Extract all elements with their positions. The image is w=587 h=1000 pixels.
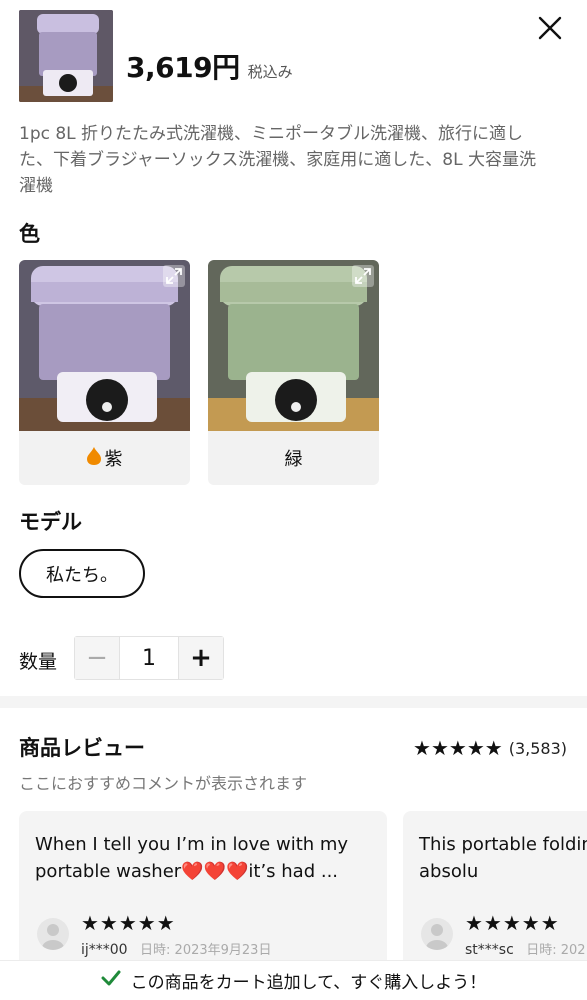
avatar [37, 918, 69, 950]
model-label: モデル [19, 510, 82, 534]
review-card[interactable]: When I tell you I’m in love with my port… [19, 811, 387, 981]
review-text: This portable folding machine is absolu [419, 834, 587, 882]
quantity-value[interactable]: 1 [119, 637, 179, 679]
review-stars: ★★★★★ [465, 911, 560, 935]
section-divider [0, 696, 587, 708]
hot-flame-icon [86, 446, 101, 470]
tax-label: 税込み [247, 63, 293, 81]
review-text: When I tell you I’m in love with my port… [35, 834, 349, 882]
increase-button[interactable]: + [179, 637, 223, 679]
cart-banner-text: この商品をカート追加して、すぐ購入しよう！ [130, 973, 487, 993]
expand-icon[interactable] [163, 265, 185, 287]
color-option-green[interactable]: 緑 [208, 260, 379, 485]
decrease-button[interactable]: − [75, 637, 119, 679]
quantity-label: 数量 [19, 651, 58, 673]
color-name-green: 緑 [284, 449, 303, 470]
reviews-subtitle: ここにおすすめコメントが表示されます [19, 774, 308, 793]
product-sheet: 3,619円 税込み 1pc 8L 折りたたみ式洗濯機、ミニポータブル洗濯機、旅… [0, 0, 587, 1000]
product-description: 1pc 8L 折りたたみ式洗濯機、ミニポータブル洗濯機、旅行に適した、下着ブラジ… [19, 124, 536, 196]
cart-banner[interactable]: この商品をカート追加して、すぐ購入しよう！ [0, 960, 587, 1000]
expand-icon[interactable] [352, 265, 374, 287]
review-date: 日時: 2023年9月23日 [140, 943, 272, 958]
review-count: (3,583) [508, 738, 567, 758]
model-option-button[interactable]: 私たち。 [19, 549, 145, 598]
review-stars: ★★★★★ [81, 911, 176, 935]
color-name-purple: 紫 [104, 449, 123, 470]
check-icon [101, 969, 121, 992]
price: 3,619円 [126, 51, 240, 84]
close-icon[interactable] [536, 14, 564, 42]
rating-stars: ★★★★★ [413, 736, 503, 760]
review-user: ij***00 [81, 942, 128, 958]
rating-summary[interactable]: ★★★★★ (3,583) [413, 736, 567, 760]
color-option-purple[interactable]: 紫 [19, 260, 190, 485]
avatar [421, 918, 453, 950]
color-label: 色 [19, 222, 40, 246]
price-block: 3,619円 税込み [126, 46, 293, 86]
reviews-title: 商品レビュー [19, 736, 145, 760]
quantity-stepper: − 1 + [74, 636, 224, 680]
review-user: st***sc [465, 942, 514, 958]
review-date: 日時: 202 [526, 943, 586, 958]
review-card[interactable]: This portable folding machine is absolu … [403, 811, 587, 981]
product-thumbnail [19, 10, 113, 102]
